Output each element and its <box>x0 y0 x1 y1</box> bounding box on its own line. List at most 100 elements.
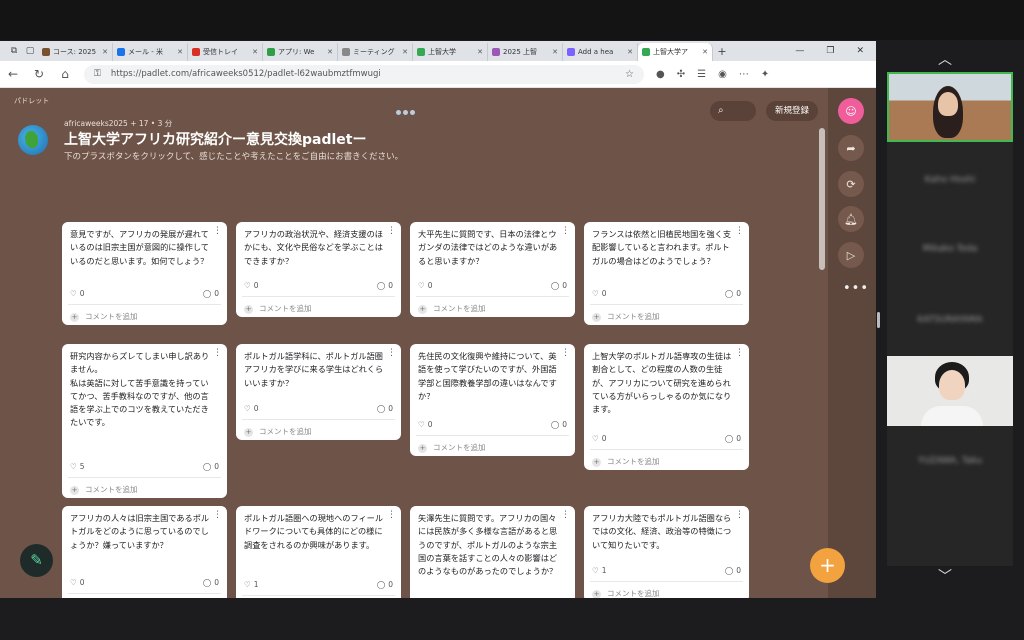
post-card[interactable]: ⋮ アフリカの政治状況や、経済支援のほかにも、文化や民俗などを学ぶことはできますか… <box>236 222 401 317</box>
comment-count-button[interactable]: ◯ 0 <box>725 432 741 445</box>
menu-icon[interactable]: ⋯ <box>739 69 749 80</box>
browser-tab[interactable]: アプリ: We ✕ <box>263 43 338 61</box>
scroll-down-chevron-icon[interactable]: ﹀ <box>938 566 952 586</box>
home-icon[interactable]: ⌂ <box>58 67 72 81</box>
refresh-icon[interactable]: ↻ <box>32 67 46 81</box>
minimize-icon[interactable]: — <box>795 46 804 56</box>
add-comment-button[interactable]: +コメントを追加 <box>242 419 395 438</box>
tab-close-icon[interactable]: ✕ <box>252 48 258 56</box>
comment-count-button[interactable]: ◯ 0 <box>377 578 393 591</box>
add-post-icon[interactable]: + <box>810 548 845 583</box>
more-icon[interactable]: ••• <box>843 281 869 296</box>
post-menu-icon[interactable]: ⋮ <box>561 349 570 358</box>
like-button[interactable]: ♡ 0 <box>244 402 259 415</box>
panel-resize-handle[interactable] <box>877 312 880 328</box>
tab-close-icon[interactable]: ✕ <box>552 48 558 56</box>
tab-actions-icon[interactable]: ▢ <box>22 44 38 58</box>
bell-icon[interactable]: 🔔︎ <box>838 206 864 232</box>
participant-video-2[interactable] <box>887 356 1013 426</box>
browser-tab[interactable]: コース: 2025 ✕ <box>38 43 113 61</box>
add-comment-button[interactable]: +コメントを追加 <box>68 304 221 323</box>
edit-icon[interactable]: ✎ <box>20 544 53 577</box>
post-menu-icon[interactable]: ⋮ <box>561 511 570 520</box>
add-comment-button[interactable]: +コメントを追加 <box>416 296 569 315</box>
workspaces-icon[interactable]: ⧉ <box>6 44 22 58</box>
post-card[interactable]: ⋮ ポルトガル語圏への現地へのフィールドワークについても具体的にどの様に調査をされ… <box>236 506 401 598</box>
like-button[interactable]: ♡ 0 <box>70 576 85 589</box>
post-menu-icon[interactable]: ⋮ <box>561 227 570 236</box>
like-button[interactable]: ♡ 0 <box>418 279 433 292</box>
comment-count-button[interactable]: ◯ 0 <box>203 576 219 589</box>
post-menu-icon[interactable]: ⋮ <box>735 511 744 520</box>
favorite-star-icon[interactable]: ☆ <box>625 69 634 80</box>
add-comment-button[interactable]: +コメントを追加 <box>590 449 743 468</box>
browser-tab[interactable]: メール - 米 ✕ <box>113 43 188 61</box>
url-field[interactable]: ⚿ https://padlet.com/africaweeks0512/pad… <box>84 64 644 84</box>
browser-tab[interactable]: 上智大学 ✕ <box>413 43 488 61</box>
tab-close-icon[interactable]: ✕ <box>327 48 333 56</box>
browser-tab[interactable]: 2025 上智 ✕ <box>488 43 563 61</box>
post-card[interactable]: ⋮ 大平先生に質問です、日本の法律とウガンダの法律ではどのような違いがあると思いま… <box>410 222 575 317</box>
profile-icon[interactable]: ◉ <box>718 69 727 80</box>
like-button[interactable]: ♡ 0 <box>244 279 259 292</box>
add-comment-button[interactable]: +コメントを追加 <box>416 435 569 454</box>
comment-count-button[interactable]: ◯ 0 <box>551 418 567 431</box>
slideshow-icon[interactable]: ▷ <box>838 242 864 268</box>
post-menu-icon[interactable]: ⋮ <box>735 349 744 358</box>
post-card[interactable]: ⋮ ポルトガル語学科に、ポルトガル語圏アフリカを学びに来る学生はどれくらいいますか… <box>236 344 401 440</box>
add-comment-button[interactable]: +コメントを追加 <box>68 593 221 598</box>
like-button[interactable]: ♡ 1 <box>244 578 259 591</box>
new-tab-button[interactable]: + <box>713 45 731 58</box>
board-scrollbar[interactable] <box>819 128 825 270</box>
browser-tab[interactable]: ミーティング ✕ <box>338 43 413 61</box>
like-button[interactable]: ♡ 5 <box>70 460 85 473</box>
add-comment-button[interactable]: +コメントを追加 <box>242 595 395 598</box>
comment-count-button[interactable]: ◯ 0 <box>725 287 741 300</box>
signup-button[interactable]: 新規登録 <box>766 101 818 121</box>
post-card[interactable]: ⋮ 矢澤先生に質問です。アフリカの国々には民族が多く多様な言語があると思うのですが… <box>410 506 575 598</box>
search-button[interactable]: ⌕ <box>710 101 756 121</box>
remix-icon[interactable]: ⟳ <box>838 171 864 197</box>
post-menu-icon[interactable]: ⋮ <box>735 227 744 236</box>
comment-count-button[interactable]: ◯ 0 <box>377 279 393 292</box>
like-button[interactable]: ♡ 0 <box>70 287 85 300</box>
like-button[interactable]: ♡ 0 <box>592 287 607 300</box>
browser-tab[interactable]: Add a hea ✕ <box>563 43 638 61</box>
like-button[interactable]: ♡ 0 <box>592 432 607 445</box>
post-card[interactable]: ⋮ 先住民の文化復興や維持について、英語を使って学びたいのですが、外国語学部と国際… <box>410 344 575 456</box>
tab-close-icon[interactable]: ✕ <box>102 48 108 56</box>
post-menu-icon[interactable]: ⋮ <box>387 511 396 520</box>
maximize-icon[interactable]: ❐ <box>826 46 834 56</box>
comment-count-button[interactable]: ◯ 0 <box>551 279 567 292</box>
scroll-up-chevron-icon[interactable]: ︿ <box>938 49 952 69</box>
tab-close-icon[interactable]: ✕ <box>477 48 483 56</box>
close-window-icon[interactable]: ✕ <box>856 46 864 56</box>
add-comment-button[interactable]: +コメントを追加 <box>590 581 743 598</box>
add-comment-button[interactable]: +コメントを追加 <box>242 296 395 315</box>
like-button[interactable]: ♡ 0 <box>418 418 433 431</box>
like-button[interactable]: ♡ 1 <box>592 564 607 577</box>
padlet-brand[interactable]: パドレット <box>14 96 49 106</box>
favorites-icon[interactable]: ☰ <box>697 69 706 80</box>
tab-close-icon[interactable]: ✕ <box>627 48 633 56</box>
tab-close-icon[interactable]: ✕ <box>702 48 708 56</box>
post-menu-icon[interactable]: ⋮ <box>213 511 222 520</box>
back-icon[interactable]: ← <box>6 67 20 81</box>
comment-count-button[interactable]: ◯ 0 <box>203 460 219 473</box>
tab-close-icon[interactable]: ✕ <box>402 48 408 56</box>
post-card[interactable]: ⋮ アフリカの人々は旧宗主国であるポルトガルをどのように思っているのでしょうか？嫌… <box>62 506 227 598</box>
add-comment-button[interactable]: +コメントを追加 <box>68 477 221 496</box>
copilot-icon[interactable]: ✦ <box>761 69 769 80</box>
share-icon[interactable]: ➦ <box>838 135 864 161</box>
puzzle-icon[interactable]: ✣ <box>677 69 685 80</box>
post-card[interactable]: ⋮ アフリカ大陸でもポルトガル語圏ならではの文化、経済、政治等の特徴について知りた… <box>584 506 749 598</box>
post-menu-icon[interactable]: ⋮ <box>213 349 222 358</box>
add-comment-button[interactable]: +コメントを追加 <box>590 304 743 323</box>
tab-close-icon[interactable]: ✕ <box>177 48 183 56</box>
comment-count-button[interactable]: ◯ 0 <box>203 287 219 300</box>
post-menu-icon[interactable]: ⋮ <box>387 227 396 236</box>
profile-avatar-icon[interactable]: ☺ <box>838 98 864 124</box>
comment-count-button[interactable]: ◯ 0 <box>725 564 741 577</box>
post-card[interactable]: ⋮ 意見ですが、アフリカの発展が遅れているのは旧宗主国が意図的に操作しているのだと… <box>62 222 227 325</box>
browser-tab[interactable]: 上智大学ア ✕ <box>638 43 713 61</box>
